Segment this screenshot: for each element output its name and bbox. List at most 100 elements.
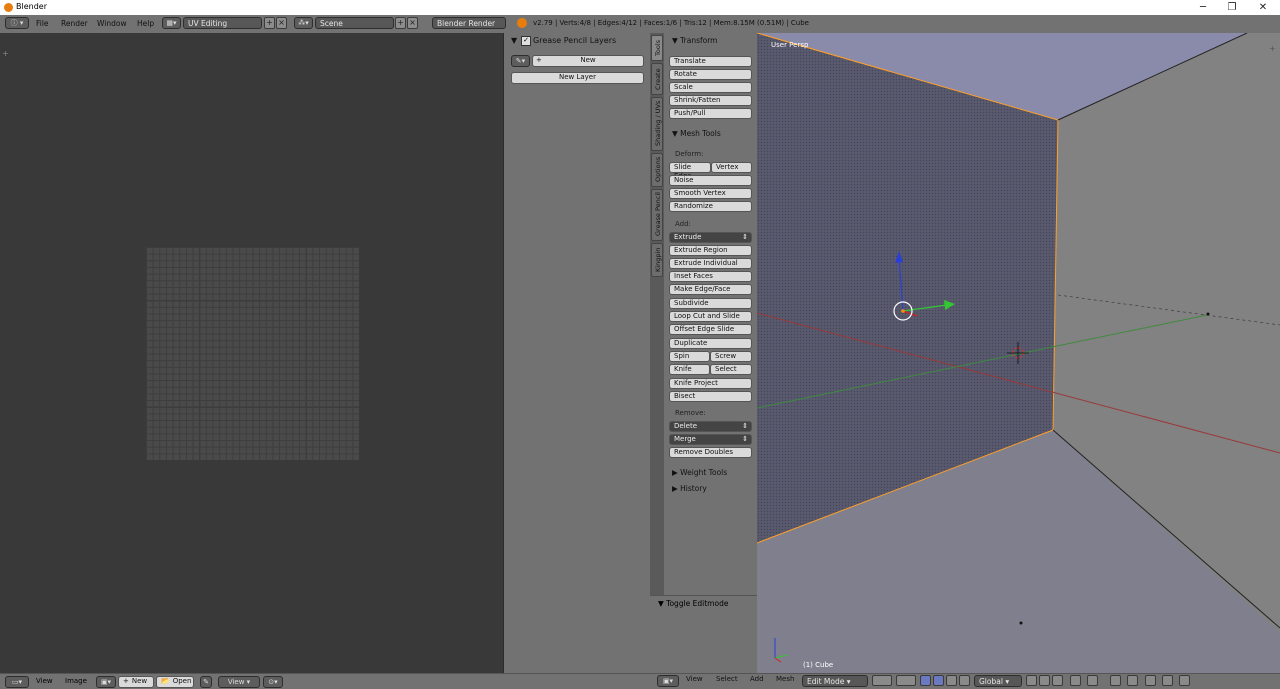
minimize-button[interactable]: ─	[1188, 0, 1218, 15]
new-gp-button[interactable]: + New	[532, 55, 644, 67]
snap-element-icon[interactable]	[1127, 675, 1138, 686]
view-mode-select[interactable]: View ▾	[218, 676, 260, 688]
subdivide-button[interactable]: Subdivide	[669, 298, 752, 309]
screw-button[interactable]: Screw	[710, 351, 752, 362]
tab-options[interactable]: Options	[651, 153, 663, 187]
pivot-point-icon[interactable]	[896, 675, 916, 686]
transform-section-header[interactable]: ▼ Transform	[672, 36, 717, 45]
scene-icon[interactable]: ⁂▾	[294, 17, 313, 29]
extrude-dropdown[interactable]: Extrude ⇕	[669, 232, 752, 243]
pin-icon[interactable]: ✎	[200, 676, 212, 688]
close-button[interactable]: ✕	[1248, 0, 1278, 15]
translate-button[interactable]: Translate	[669, 56, 752, 67]
properties-expand-icon[interactable]: +	[1269, 44, 1276, 53]
screen-layout-field[interactable]: UV Editing	[183, 17, 262, 29]
snap-icon[interactable]	[1110, 675, 1121, 686]
noise-button[interactable]: Noise	[669, 175, 752, 186]
extrude-region-button[interactable]: Extrude Region	[669, 245, 752, 256]
menu-window[interactable]: Window	[97, 19, 127, 28]
randomize-button[interactable]: Randomize	[669, 201, 752, 212]
gpu-icon[interactable]	[1179, 675, 1190, 686]
gp-enable-checkbox[interactable]: ✓	[521, 36, 531, 46]
menu-help[interactable]: Help	[137, 19, 154, 28]
offset-edge-slide-button[interactable]: Offset Edge Slide	[669, 324, 752, 335]
screen-layout-icon[interactable]: ▦▾	[162, 17, 181, 29]
slide-vertex-button[interactable]: Vertex	[711, 162, 752, 173]
transform-orientation-select[interactable]: Global ▾	[974, 675, 1022, 687]
shrink-fatten-button[interactable]: Shrink/Fatten	[669, 95, 752, 106]
knife-select-button[interactable]: Select	[710, 364, 752, 375]
layer-icon-1[interactable]	[1026, 675, 1037, 686]
region-expand-icon[interactable]: +	[2, 49, 9, 58]
layer-icon-2[interactable]	[1039, 675, 1050, 686]
delete-dropdown[interactable]: Delete ⇕	[669, 421, 752, 432]
pencil-icon[interactable]: ✎▾	[511, 55, 530, 67]
viewport-canvas	[757, 33, 1280, 673]
toggle-editmode-header[interactable]: ▼ Toggle Editmode	[658, 599, 728, 608]
mode-select[interactable]: Edit Mode ▾	[802, 675, 868, 687]
inset-faces-button[interactable]: Inset Faces	[669, 271, 752, 282]
uv-menu-image[interactable]: Image	[65, 677, 87, 685]
proportional-edit-icon[interactable]	[1087, 675, 1098, 686]
new-layer-button[interactable]: New Layer	[511, 72, 644, 84]
viewport-shading-icon[interactable]	[872, 675, 892, 686]
vp-menu-add[interactable]: Add	[750, 675, 764, 683]
vp-menu-view[interactable]: View	[686, 675, 703, 683]
vp-menu-select[interactable]: Select	[716, 675, 738, 683]
tab-shading-uvs[interactable]: Shading / UVs	[651, 97, 663, 151]
editor-type-3d-icon[interactable]: ▣▾	[657, 675, 679, 687]
remove-label: Remove:	[675, 409, 706, 417]
tab-kingpin[interactable]: Kingpin	[651, 243, 663, 277]
3d-viewport[interactable]: User Persp (1) Cube +	[757, 33, 1280, 673]
remove-doubles-button[interactable]: Remove Doubles	[669, 447, 752, 458]
menu-render[interactable]: Render	[61, 19, 88, 28]
scale-manipulator-icon[interactable]	[959, 675, 970, 686]
duplicate-button[interactable]: Duplicate	[669, 338, 752, 349]
scale-button[interactable]: Scale	[669, 82, 752, 93]
rotate-manipulator-icon[interactable]	[946, 675, 957, 686]
maximize-button[interactable]: ❐	[1217, 0, 1247, 15]
new-image-button[interactable]: + New	[118, 676, 154, 688]
knife-button[interactable]: Knife	[669, 364, 710, 375]
bisect-button[interactable]: Bisect	[669, 391, 752, 402]
make-edge-face-button[interactable]: Make Edge/Face	[669, 284, 752, 295]
spin-button[interactable]: Spin	[669, 351, 710, 362]
rotate-button[interactable]: Rotate	[669, 69, 752, 80]
scene-field[interactable]: Scene	[315, 17, 394, 29]
loop-cut-slide-button[interactable]: Loop Cut and Slide	[669, 311, 752, 322]
remove-screen-button[interactable]: ×	[276, 17, 287, 29]
add-screen-button[interactable]: +	[264, 17, 275, 29]
open-image-button[interactable]: 📂 Open	[156, 676, 194, 688]
tab-grease-pencil[interactable]: Grease Pencil	[651, 189, 663, 241]
vertex-select-icon[interactable]	[1070, 675, 1081, 686]
render-engine-select[interactable]: Blender Render	[432, 17, 506, 29]
history-section-header[interactable]: ▶ History	[672, 484, 707, 493]
remove-scene-button[interactable]: ×	[407, 17, 418, 29]
uv-menu-view[interactable]: View	[36, 677, 53, 685]
image-browse-icon[interactable]: ▣▾	[96, 676, 116, 688]
smooth-vertex-button[interactable]: Smooth Vertex	[669, 188, 752, 199]
add-scene-button[interactable]: +	[395, 17, 406, 29]
knife-project-button[interactable]: Knife Project	[669, 378, 752, 389]
window-title: Blender	[16, 2, 47, 11]
weight-tools-section-header[interactable]: ▶ Weight Tools	[672, 468, 727, 477]
mesh-tools-section-header[interactable]: ▼ Mesh Tools	[672, 129, 721, 138]
menu-file[interactable]: File	[36, 19, 49, 28]
gp-collapse-icon[interactable]: ▼	[511, 36, 517, 45]
editor-type-image-icon[interactable]: ▭▾	[5, 676, 29, 688]
tab-create[interactable]: Create	[651, 63, 663, 95]
push-pull-button[interactable]: Push/Pull	[669, 108, 752, 119]
opengl-render-icon[interactable]	[1145, 675, 1156, 686]
uv-image-editor[interactable]: +	[0, 33, 503, 673]
opengl-anim-icon[interactable]	[1162, 675, 1173, 686]
pivot-icon[interactable]: ⊙▾	[263, 676, 283, 688]
slide-edge-button[interactable]: Slide Edge	[669, 162, 711, 180]
translate-manipulator-icon[interactable]	[933, 675, 944, 686]
tab-tools[interactable]: Tools	[651, 35, 663, 61]
merge-dropdown[interactable]: Merge ⇕	[669, 434, 752, 445]
editor-type-info-icon[interactable]: ⓘ ▾	[5, 17, 29, 29]
layer-icon-3[interactable]	[1052, 675, 1063, 686]
manipulator-toggle-icon[interactable]	[920, 675, 931, 686]
extrude-individual-button[interactable]: Extrude Individual	[669, 258, 752, 269]
vp-menu-mesh[interactable]: Mesh	[776, 675, 794, 683]
